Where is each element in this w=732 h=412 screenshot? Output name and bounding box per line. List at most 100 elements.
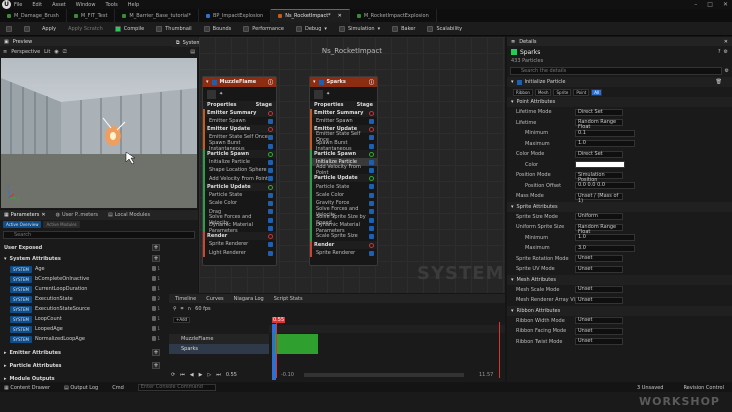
stack-module[interactable]: Spawn Burst Instantaneous [203, 140, 276, 152]
timeline-scrollbar[interactable] [304, 373, 464, 377]
stack-module[interactable]: Shape Location Sphere [203, 166, 276, 175]
property-value-field[interactable]: 0.0 0.0 0.0 [575, 182, 635, 189]
preview-viewport[interactable]: z y [1, 58, 197, 208]
node-properties-row[interactable]: Properties Stage [203, 101, 276, 109]
tab-bp-impact-explosion[interactable]: BP_ImpactExplosion [199, 9, 272, 22]
module-enable-checkbox[interactable] [369, 192, 374, 198]
property-value-field[interactable]: Simulation Position [575, 171, 623, 182]
module-enable-checkbox[interactable] [268, 159, 273, 165]
delete-icon[interactable]: 🗑 [716, 79, 722, 85]
property-value-field[interactable] [575, 161, 625, 168]
collapse-icon[interactable]: ▾ [206, 79, 209, 85]
tab-timeline[interactable]: Timeline [175, 296, 196, 302]
help-icon[interactable]: ? [718, 49, 721, 55]
lit-dropdown[interactable]: Lit [44, 49, 50, 55]
browse-button[interactable] [24, 25, 30, 32]
node-properties-row[interactable]: Properties Stage [310, 101, 377, 109]
module-enable-checkbox[interactable] [268, 201, 273, 207]
menu-file[interactable]: File [14, 2, 22, 8]
close-icon[interactable]: ✕ [723, 1, 728, 8]
filter-icon[interactable]: ⚲ [173, 306, 177, 312]
stack-module[interactable]: Dynamic Material Parameters [310, 222, 377, 234]
bounds-button[interactable]: Bounds [203, 25, 231, 32]
property-value-field[interactable]: Unset [575, 286, 623, 293]
revision-control-button[interactable]: Revision Control [683, 385, 724, 391]
snap-icon[interactable]: ⌗ [181, 306, 184, 312]
property-value-field[interactable]: 1.0 [575, 234, 635, 241]
stack-section[interactable]: Particle Spawn [203, 149, 276, 158]
performance-button[interactable]: Performance [243, 25, 284, 32]
tab-user-parameters[interactable]: ◍ User P..meters [52, 211, 102, 220]
stack-module[interactable]: Scale Color [310, 190, 377, 200]
active-modules-pill[interactable]: Active Modules [43, 221, 80, 228]
stack-module[interactable]: Add Velocity From Point [203, 174, 276, 183]
module-enable-checkbox[interactable] [268, 168, 273, 174]
add-module-icon[interactable] [268, 127, 273, 133]
fps-dropdown[interactable]: 60 fps [195, 306, 211, 312]
stack-module[interactable]: Particle State [310, 182, 377, 191]
add-system-attribute-button[interactable]: + [152, 255, 160, 262]
property-value-field[interactable]: 3.0 [575, 244, 635, 252]
stack-module[interactable]: Initialize Particle [203, 157, 276, 167]
add-module-icon[interactable] [268, 184, 273, 190]
minimize-icon[interactable]: – [694, 1, 697, 8]
module-enable-checkbox[interactable] [268, 176, 273, 182]
attribute-row[interactable]: SYSTEM CurrentLoopDuration 1 [0, 284, 198, 294]
module-enable-checkbox[interactable] [369, 234, 374, 240]
property-value-field[interactable]: Direct Set [575, 108, 623, 116]
unsaved-indicator[interactable]: 3 Unsaved [637, 385, 663, 391]
stack-section[interactable]: Render [203, 232, 276, 241]
maximize-icon[interactable]: □ [707, 1, 713, 8]
stack-section[interactable]: Emitter Summary [203, 109, 276, 117]
stack-module[interactable]: Particle State [203, 190, 276, 200]
details-section[interactable]: ▾ Mesh Attributes [507, 274, 732, 285]
perspective-dropdown[interactable]: Perspective [11, 49, 40, 55]
output-log-button[interactable]: ▤ Output Log [64, 385, 98, 391]
tab-parameters[interactable]: ▦ Parameters ✕ [0, 211, 50, 220]
filter-sprite[interactable]: Sprite [553, 88, 572, 96]
stack-module[interactable]: Scale Sprite Size [310, 232, 377, 241]
compile-button[interactable]: Compile [114, 25, 144, 32]
filter-mesh[interactable]: Mesh [534, 88, 552, 96]
enable-checkbox[interactable] [211, 79, 217, 85]
apply-scratch-button[interactable]: Apply Scratch [68, 26, 103, 32]
add-module-icon[interactable] [268, 111, 273, 116]
node-header[interactable]: ▾ MuzzleFlame ⓘ [203, 77, 276, 87]
debug-button[interactable]: Debug ▾ [295, 25, 327, 32]
property-value-field[interactable]: Uniform [575, 213, 623, 220]
tab-m-barrier-base[interactable]: M_Barrier_Base_tutorial* [115, 9, 199, 22]
enable-checkbox[interactable] [318, 79, 324, 85]
playhead[interactable] [276, 322, 277, 378]
property-value-field[interactable]: 0.1 [575, 129, 635, 137]
active-overview-pill[interactable]: Active Overview [3, 221, 42, 228]
emitter-node-sparks[interactable]: ▾ Sparks ⓘ ✦ Properties Stage Emitter Summa… [309, 76, 378, 266]
info-icon[interactable]: ⓘ [369, 79, 374, 86]
viewport-options-icon[interactable]: ▤ [190, 49, 195, 55]
property-value-field[interactable]: Unset [575, 338, 623, 345]
loop-icon[interactable]: ⟳ [171, 372, 175, 378]
step-back-icon[interactable]: ◀ [190, 372, 194, 378]
close-tab-icon[interactable]: ✕ [338, 13, 342, 19]
current-time-field[interactable]: 0.55 [226, 372, 237, 378]
unreal-logo-icon[interactable]: U [2, 0, 11, 9]
property-value-field[interactable]: Unset [575, 265, 623, 273]
stack-module[interactable]: Dynamic Material Parameters [203, 222, 276, 234]
tab-m-rocket-impact-explosion[interactable]: M_RocketImpactExplosion [350, 9, 437, 22]
property-value-field[interactable]: Unset [575, 255, 623, 262]
add-emitter-attribute-button[interactable]: + [152, 349, 160, 356]
info-icon[interactable]: ⓘ [268, 79, 273, 86]
step-forward-icon[interactable]: ▷ [207, 372, 211, 378]
track-sparks[interactable]: Sparks [169, 344, 269, 354]
property-value-field[interactable]: Unset / (Mass of 1) [575, 192, 623, 203]
module-header[interactable]: ▾ Initialize Particle 🗑 [507, 77, 732, 87]
details-section[interactable]: ▾ Point Attributes [507, 97, 732, 107]
property-value-field[interactable]: Random Range Float [575, 119, 623, 130]
emitter-node-muzzleflame[interactable]: ▾ MuzzleFlame ⓘ ✦ Properties Stage Emitter … [202, 76, 277, 266]
menu-tools[interactable]: Tools [105, 2, 117, 8]
tab-m-fit-test[interactable]: M_FIT_Test [67, 9, 116, 22]
add-user-parameter-button[interactable]: + [152, 244, 160, 251]
stack-module[interactable]: Add Velocity From Point [310, 164, 377, 176]
property-value-field[interactable]: Random Range Float [575, 223, 623, 234]
parameters-search-input[interactable]: Search [3, 231, 195, 239]
tab-niagara-log[interactable]: Niagara Log [234, 296, 264, 302]
